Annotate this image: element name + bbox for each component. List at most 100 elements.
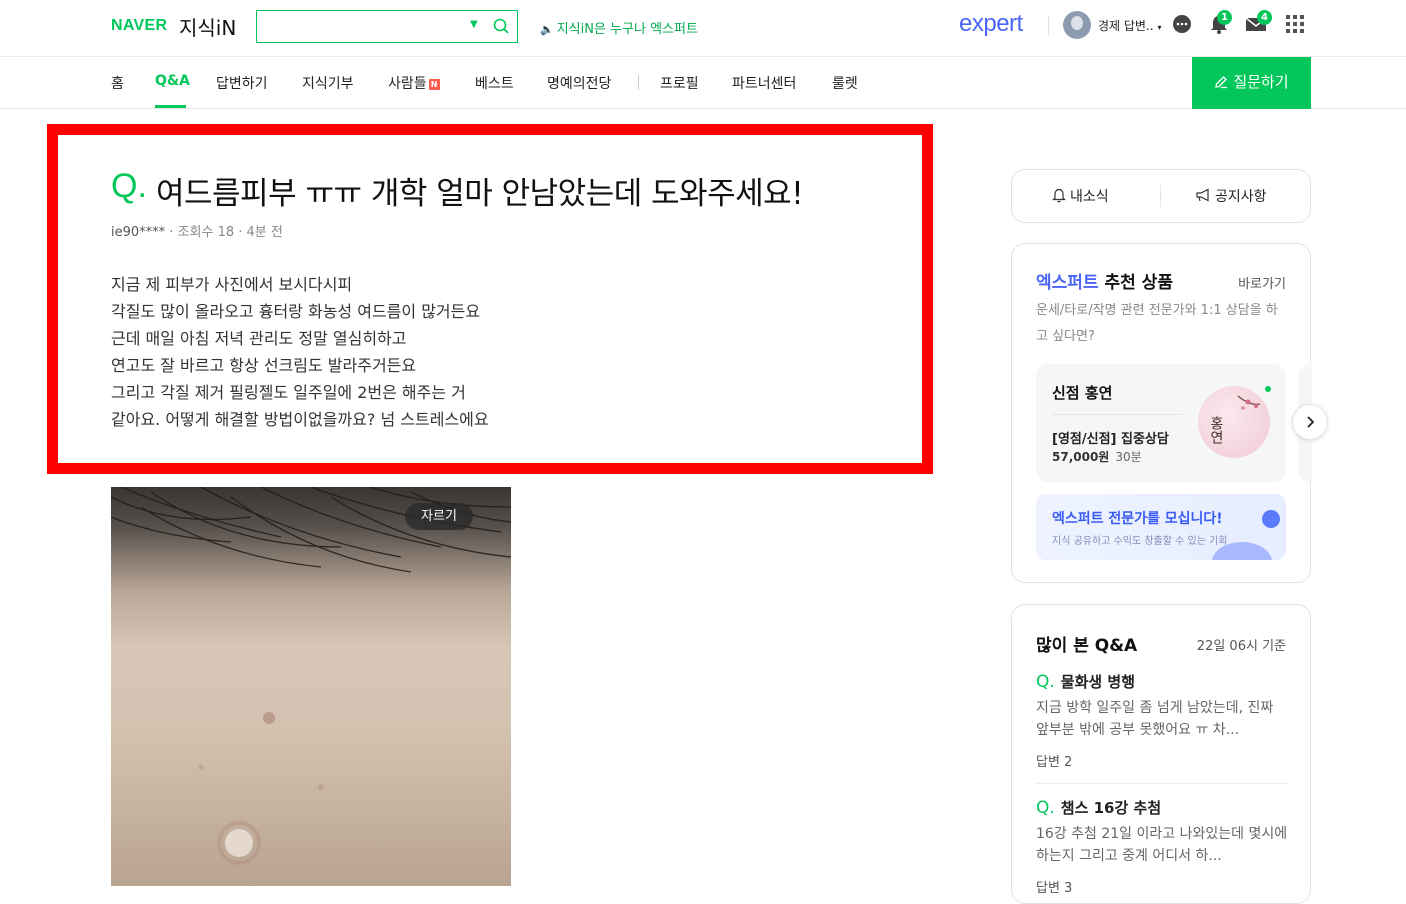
popular-question-title: Q. 챔스 16강 추첨 <box>1036 797 1288 818</box>
product-title: [영점/신점] 집중상담 <box>1052 432 1169 447</box>
mail-count-badge: 4 <box>1257 10 1272 25</box>
question-body-line: 근데 매일 아침 저녁 관리도 정말 열심히하고 <box>111 329 407 348</box>
carousel-next-button[interactable] <box>1292 404 1328 440</box>
top-header: NAVER 지식iN ▼ 🔈 지식iN은 누구나 엑스퍼트 expert 경제 답… <box>0 0 1406 57</box>
nav-roulette[interactable]: 룰렛 <box>832 73 858 93</box>
recruit-title: 엑스퍼트 전문가를 모십니다! <box>1052 511 1223 527</box>
my-news-label: 내소식 <box>1070 189 1109 205</box>
speaker-icon: 🔈 <box>540 23 554 36</box>
product-divider <box>1052 414 1182 415</box>
nav-people-label: 사람들 <box>388 76 427 92</box>
chevron-right-icon <box>1307 416 1315 428</box>
expert-notice-link[interactable]: 🔈 지식iN은 누구나 엑스퍼트 <box>540 18 698 37</box>
jisikin-logo[interactable]: 지식iN <box>179 12 236 41</box>
expert-profile-image: 홍연 <box>1198 386 1270 458</box>
active-tab-underline <box>155 105 186 108</box>
product-price: 57,000원 <box>1052 450 1110 464</box>
ask-question-label: 질문하기 <box>1233 73 1289 91</box>
answer-count: 답변 2 <box>1036 755 1073 770</box>
popular-question-text: 챔스 16강 추첨 <box>1060 799 1162 817</box>
question-body-line: 연고도 잘 바르고 항상 선크림도 발라주거든요 <box>111 356 417 375</box>
expert-card-title: 엑스퍼트 추천 상품 <box>1036 268 1173 293</box>
skin-blemishes <box>198 712 324 865</box>
nav-home[interactable]: 홈 <box>111 73 124 93</box>
list-divider <box>1036 783 1288 784</box>
pencil-icon <box>1215 76 1228 89</box>
search-icon[interactable] <box>492 17 510 35</box>
online-status-dot <box>1265 386 1271 392</box>
expert-product-card[interactable]: 신점 홍연 [영점/신점] 집중상담 57,000원 30분 홍연 <box>1036 364 1286 482</box>
popular-question-body: 16강 추첨 21일 이라고 나와있는데 몇시에하는지 그리고 중계 어디서 하… <box>1036 826 1288 864</box>
question-body: 지금 제 피부가 사진에서 보시다시피 각질도 많이 올라오고 흉터랑 화농성 … <box>111 271 871 433</box>
question-author[interactable]: ie90**** <box>111 225 165 240</box>
question-mark: Q. <box>111 167 147 205</box>
popular-qna-item[interactable]: Q. 물화생 병행 지금 방학 일주일 좀 넘게 남았는데, 진짜 앞부분 밖에 … <box>1036 671 1288 770</box>
question-body-line: 지금 제 피부가 사진에서 보시다시피 <box>111 275 353 294</box>
nav-partner-center[interactable]: 파트너센터 <box>732 73 796 93</box>
nav-hall-of-fame[interactable]: 명예의전당 <box>547 73 611 93</box>
search-dropdown-icon[interactable]: ▼ <box>470 19 478 30</box>
meta-separator: · <box>169 225 178 240</box>
user-menu[interactable]: 경제 답변.. ▾ <box>1098 17 1161 34</box>
alarm-count-badge: 1 <box>1217 10 1232 25</box>
question-body-line: 같아요. 어떻게 해결할 방법이없을까요? 넘 스트레스에요 <box>111 410 489 429</box>
expert-title-rest: 추천 상품 <box>1098 273 1173 293</box>
question-mark: Q. <box>1036 798 1055 818</box>
product-price-row: 57,000원 30분 <box>1052 448 1142 465</box>
avatar[interactable] <box>1063 11 1091 39</box>
ask-question-button[interactable]: 질문하기 <box>1192 57 1311 109</box>
question-views: 조회수 18 <box>177 225 235 240</box>
meta-separator: · <box>238 225 247 240</box>
banner-decoration <box>1262 510 1280 528</box>
news-card: 내소식 공지사항 <box>1011 169 1311 223</box>
question-body-line: 그리고 각질 제거 필링젤도 일주일에 2번은 해주는 거 <box>111 383 466 402</box>
nav-donate[interactable]: 지식기부 <box>302 73 354 93</box>
my-news-link[interactable]: 내소식 <box>1052 186 1109 206</box>
plum-blossom-illustration: 홍연 <box>1208 395 1261 444</box>
expert-shortcut-link[interactable]: 바로가기 <box>1238 273 1286 292</box>
expert-brand-text: 엑스퍼트 <box>1036 273 1099 293</box>
chat-icon[interactable] <box>1171 13 1193 35</box>
question-title: 여드름피부 ㅠㅠ 개학 얼마 안남았는데 도와주세요! <box>156 176 804 212</box>
product-duration: 30분 <box>1115 450 1142 464</box>
expert-name: 신점 홍연 <box>1052 384 1113 402</box>
notice-text: 지식iN은 누구나 엑스퍼트 <box>556 22 698 37</box>
user-name: 경제 답변.. <box>1098 19 1154 33</box>
question-meta: ie90**** · 조회수 18 · 4분 전 <box>111 221 283 240</box>
news-divider <box>1160 185 1161 207</box>
image-calligraphy: 홍연 <box>1208 416 1224 444</box>
popular-qna-title: 많이 본 Q&A <box>1036 636 1138 656</box>
nav-divider <box>638 75 639 90</box>
question-body-line: 각질도 많이 올라오고 흉터랑 화농성 여드름이 많거든요 <box>111 302 481 321</box>
question-time: 4분 전 <box>246 225 283 240</box>
nav-answer[interactable]: 답변하기 <box>216 73 268 93</box>
popular-question-title: Q. 물화생 병행 <box>1036 671 1288 692</box>
header-divider <box>1048 16 1049 36</box>
recruit-subtitle: 지식 공유하고 수익도 창출할 수 있는 기회 <box>1052 536 1228 547</box>
megaphone-icon <box>1196 188 1209 202</box>
crop-button[interactable]: 자르기 <box>405 503 473 530</box>
question-photo[interactable] <box>111 487 511 886</box>
nav-people[interactable]: 사람들 N <box>388 73 440 93</box>
expert-description: 운세/타로/작명 관련 전문가와 1:1 상담을 하고 싶다면? <box>1036 303 1278 344</box>
popular-qna-card: 많이 본 Q&A 22일 06시 기준 Q. 물화생 병행 지금 방학 일주일 좀… <box>1011 604 1311 904</box>
question-mark: Q. <box>1036 672 1055 692</box>
popular-qna-item[interactable]: Q. 챔스 16강 추첨 16강 추첨 21일 이라고 나와있는데 몇시에하는지 … <box>1036 797 1288 896</box>
nav-qna[interactable]: Q&A <box>155 73 190 89</box>
notice-link[interactable]: 공지사항 <box>1195 186 1267 206</box>
popular-question-text: 물화생 병행 <box>1060 673 1136 691</box>
search-input[interactable]: ▼ <box>256 10 518 43</box>
expert-logo[interactable]: expert <box>959 10 1023 38</box>
grid-menu-icon[interactable] <box>1284 13 1306 35</box>
nav-best[interactable]: 베스트 <box>475 73 514 93</box>
naver-logo[interactable]: NAVER <box>111 17 167 35</box>
answer-count: 답변 3 <box>1036 881 1073 896</box>
expert-recruit-banner[interactable]: 엑스퍼트 전문가를 모십니다! 지식 공유하고 수익도 창출할 수 있는 기회 <box>1036 494 1286 560</box>
popular-question-body: 지금 방학 일주일 좀 넘게 남았는데, 진짜 앞부분 밖에 공부 못했어요 ㅠ… <box>1036 700 1274 738</box>
bell-outline-icon <box>1052 188 1066 203</box>
expert-recommend-card: 엑스퍼트 추천 상품 바로가기 운세/타로/작명 관련 전문가와 1:1 상담을… <box>1011 243 1328 583</box>
chevron-down-icon: ▾ <box>1157 23 1162 32</box>
popular-qna-time: 22일 06시 기준 <box>1196 639 1286 654</box>
nav-profile[interactable]: 프로필 <box>660 73 699 93</box>
notice-label: 공지사항 <box>1215 189 1267 205</box>
